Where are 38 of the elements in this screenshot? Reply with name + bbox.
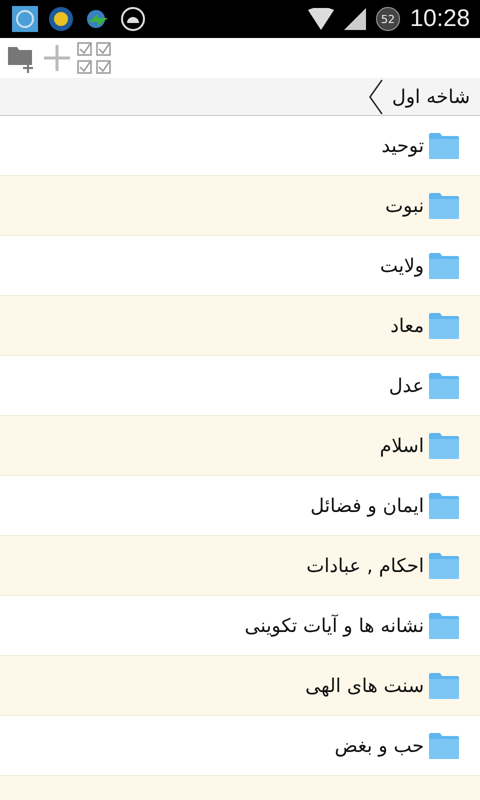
- folder-icon: [428, 372, 460, 400]
- folder-name: ایمان و فضائل: [310, 494, 424, 516]
- folder-icon: [428, 612, 460, 640]
- folder-icon: [428, 672, 460, 700]
- folder-row[interactable]: عدل: [0, 356, 480, 416]
- folder-name: سنت های الهی: [305, 674, 424, 696]
- folder-icon: [428, 492, 460, 520]
- folder-name: نشانه ها و آیات تکوینی: [244, 614, 424, 636]
- plus-icon[interactable]: [42, 43, 72, 73]
- folder-icon: [428, 732, 460, 760]
- folder-name: حب و بغض: [334, 734, 424, 756]
- folder-icon: [428, 312, 460, 340]
- folder-icon: [428, 552, 460, 580]
- chevron-icon: [368, 78, 384, 114]
- folder-row[interactable]: توحید: [0, 116, 480, 176]
- folder-row[interactable]: نشانه ها و آیات تکوینی: [0, 596, 480, 656]
- clock-time: 10:28: [410, 5, 470, 33]
- folder-icon: [428, 432, 460, 460]
- folder-name: عدل: [388, 374, 424, 396]
- folder-name: معاد: [390, 314, 424, 336]
- checkbox-icon[interactable]: [76, 41, 114, 75]
- folder-name: توحید: [381, 134, 424, 156]
- app-icon: [48, 6, 74, 32]
- breadcrumb-title[interactable]: شاخه اول: [392, 86, 470, 108]
- folder-name: نبوت: [385, 194, 424, 216]
- folder-icon: [428, 192, 460, 220]
- folder-row[interactable]: ایمان و فضائل: [0, 476, 480, 536]
- folder-row[interactable]: حب و بغض: [0, 716, 480, 776]
- folder-icon: [428, 132, 460, 160]
- folder-name: اسلام: [380, 434, 424, 456]
- signal-icon: [344, 8, 366, 30]
- battery-badge: 52: [376, 7, 400, 31]
- folder-row[interactable]: ولایت: [0, 236, 480, 296]
- folder-name: احکام , عبادات: [306, 554, 424, 576]
- app-icon: [12, 6, 38, 32]
- folder-name: ولایت: [380, 254, 424, 276]
- wifi-icon: [308, 8, 334, 30]
- folder-icon: [428, 252, 460, 280]
